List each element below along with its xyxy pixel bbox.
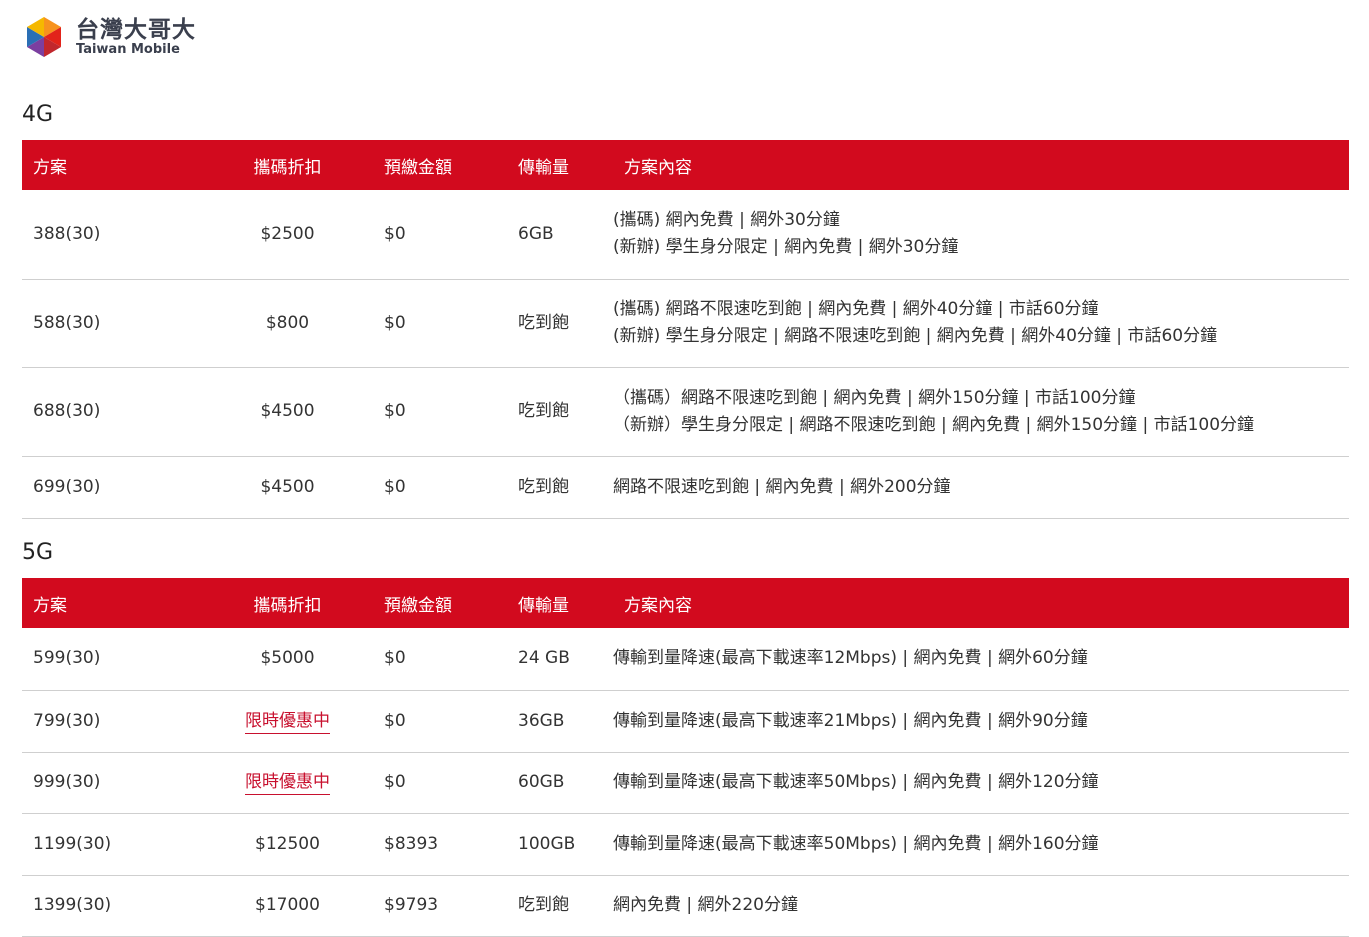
content-line: 傳輸到量降速(最高下載速率12Mbps) | 網內免費 | 網外60分鐘 bbox=[613, 648, 1088, 669]
content-cell: (攜碼) 網內免費 | 網外30分鐘 (新辦) 學生身分限定 | 網內免費 | 網… bbox=[613, 190, 1349, 280]
discount-cell: $2500 bbox=[202, 190, 373, 280]
prepay-cell: $8393 bbox=[373, 813, 507, 876]
plan-cell: 388(30) bbox=[22, 190, 202, 280]
content-line: 網路不限速吃到飽 | 網內免費 | 網外200分鐘 bbox=[613, 476, 951, 497]
plan-cell: 599(30) bbox=[22, 628, 202, 691]
prepay-cell: $0 bbox=[373, 456, 507, 519]
data-cell: 60GB bbox=[507, 752, 613, 814]
content-cell: (攜碼) 網路不限速吃到飽 | 網內免費 | 網外40分鐘 | 市話60分鐘 (新… bbox=[613, 279, 1349, 368]
table-row: 388(30) $2500 $0 6GB (攜碼) 網內免費 | 網外30分鐘 (新辦) … bbox=[22, 190, 1349, 280]
content-line: (新辦) 學生身分限定 | 網內免費 | 網外30分鐘 bbox=[613, 237, 959, 258]
column-header-plan: 方案 bbox=[22, 140, 202, 190]
plan-cell: 688(30) bbox=[22, 367, 202, 457]
table-row: 1199(30) $12500 $8393 100GB 傳輸到量降速(最高下載速率50M… bbox=[22, 813, 1349, 876]
discount-cell: 限時優惠中 bbox=[202, 690, 373, 753]
data-cell: 36GB bbox=[507, 690, 613, 753]
column-header-data: 傳輸量 bbox=[507, 140, 613, 190]
plan-cell: 799(30) bbox=[22, 690, 202, 753]
content-cell: 傳輸到量降速(最高下載速率12Mbps) | 網內免費 | 網外60分鐘 bbox=[613, 628, 1349, 691]
content-line: (攜碼) 網路不限速吃到飽 | 網內免費 | 網外40分鐘 | 市話60分鐘 bbox=[613, 299, 1099, 319]
content-line: 傳輸到量降速(最高下載速率21Mbps) | 網內免費 | 網外90分鐘 bbox=[613, 710, 1088, 731]
table-row: 699(30) $4500 $0 吃到飽 網路不限速吃到飽 | 網內免費 | 網外200… bbox=[22, 456, 1349, 519]
prepay-cell: $0 bbox=[373, 752, 507, 814]
promo-link[interactable]: 限時優惠中 bbox=[245, 772, 330, 795]
content-line: (攜碼) 網內免費 | 網外30分鐘 bbox=[613, 210, 840, 231]
column-header-prepay: 預繳金額 bbox=[373, 578, 507, 628]
prepay-cell: $0 bbox=[373, 628, 507, 691]
content-cell: 網路不限速吃到飽 | 網內免費 | 網外200分鐘 bbox=[613, 456, 1349, 519]
discount-cell: $5000 bbox=[202, 628, 373, 691]
column-header-discount: 攜碼折扣 bbox=[202, 140, 373, 190]
table-row: 688(30) $4500 $0 吃到飽 （攜碼）網路不限速吃到飽 | 網內免費 | 網… bbox=[22, 367, 1349, 457]
table-row: 1399(30) $17000 $9793 吃到飽 網內免費 | 網外220分鐘 bbox=[22, 875, 1349, 937]
column-header-content: 方案內容 bbox=[613, 140, 1349, 190]
column-header-plan: 方案 bbox=[22, 578, 202, 628]
section-title-4g: 4G bbox=[22, 102, 54, 127]
promo-link[interactable]: 限時優惠中 bbox=[245, 710, 330, 734]
taiwan-mobile-logo-icon bbox=[27, 17, 61, 57]
discount-cell: $800 bbox=[202, 279, 373, 368]
content-cell: （攜碼）網路不限速吃到飽 | 網內免費 | 網外150分鐘 | 市話100分鐘 （… bbox=[613, 367, 1349, 457]
prepay-cell: $9793 bbox=[373, 875, 507, 937]
plan-cell: 1199(30) bbox=[22, 813, 202, 876]
prepay-cell: $0 bbox=[373, 367, 507, 457]
content-cell: 網內免費 | 網外220分鐘 bbox=[613, 875, 1349, 937]
content-line: 傳輸到量降速(最高下載速率50Mbps) | 網內免費 | 網外120分鐘 bbox=[613, 772, 1099, 792]
content-line: 網內免費 | 網外220分鐘 bbox=[613, 895, 798, 915]
discount-cell: $17000 bbox=[202, 875, 373, 937]
data-cell: 吃到飽 bbox=[507, 456, 613, 519]
plan-cell: 699(30) bbox=[22, 456, 202, 519]
data-cell: 24 GB bbox=[507, 628, 613, 691]
plan-cell: 999(30) bbox=[22, 752, 202, 814]
content-cell: 傳輸到量降速(最高下載速率50Mbps) | 網內免費 | 網外120分鐘 bbox=[613, 752, 1349, 814]
content-cell: 傳輸到量降速(最高下載速率50Mbps) | 網內免費 | 網外160分鐘 bbox=[613, 813, 1349, 876]
discount-cell: 限時優惠中 bbox=[202, 752, 373, 814]
prepay-cell: $0 bbox=[373, 190, 507, 280]
content-line: （新辦）學生身分限定 | 網路不限速吃到飽 | 網內免費 | 網外150分鐘 |… bbox=[613, 414, 1255, 435]
table-row: 588(30) $800 $0 吃到飽 (攜碼) 網路不限速吃到飽 | 網內免費 | 網… bbox=[22, 279, 1349, 368]
brand-logo[interactable]: 台灣大哥大 Taiwan Mobile bbox=[22, 14, 196, 60]
data-cell: 吃到飽 bbox=[507, 367, 613, 457]
data-cell: 100GB bbox=[507, 813, 613, 876]
data-cell: 吃到飽 bbox=[507, 279, 613, 368]
data-cell: 吃到飽 bbox=[507, 875, 613, 937]
table-row: 999(30) 限時優惠中 $0 60GB 傳輸到量降速(最高下載速率50Mbps) |… bbox=[22, 752, 1349, 814]
table-row: 799(30) 限時優惠中 $0 36GB 傳輸到量降速(最高下載速率21Mbps) |… bbox=[22, 690, 1349, 753]
prepay-cell: $0 bbox=[373, 690, 507, 753]
discount-cell: $4500 bbox=[202, 456, 373, 519]
content-line: (新辦) 學生身分限定 | 網路不限速吃到飽 | 網內免費 | 網外40分鐘 |… bbox=[613, 326, 1218, 346]
content-cell: 傳輸到量降速(最高下載速率21Mbps) | 網內免費 | 網外90分鐘 bbox=[613, 690, 1349, 753]
plans-table-5g: 方案 攜碼折扣 預繳金額 傳輸量 方案內容 599(30) $5000 $0 24 GB 傳輸到量… bbox=[22, 578, 1349, 937]
column-header-prepay: 預繳金額 bbox=[373, 140, 507, 190]
plan-cell: 1399(30) bbox=[22, 875, 202, 937]
brand-name-zh: 台灣大哥大 bbox=[76, 17, 196, 43]
prepay-cell: $0 bbox=[373, 279, 507, 368]
table-header-row: 方案 攜碼折扣 預繳金額 傳輸量 方案內容 bbox=[22, 140, 1349, 190]
content-line: （攜碼）網路不限速吃到飽 | 網內免費 | 網外150分鐘 | 市話100分鐘 bbox=[613, 387, 1136, 408]
column-header-discount: 攜碼折扣 bbox=[202, 578, 373, 628]
table-row: 599(30) $5000 $0 24 GB 傳輸到量降速(最高下載速率12Mbps) … bbox=[22, 628, 1349, 691]
table-header-row: 方案 攜碼折扣 預繳金額 傳輸量 方案內容 bbox=[22, 578, 1349, 628]
section-title-5g: 5G bbox=[22, 540, 54, 565]
data-cell: 6GB bbox=[507, 190, 613, 280]
discount-cell: $12500 bbox=[202, 813, 373, 876]
brand-name-en: Taiwan Mobile bbox=[76, 42, 180, 57]
discount-cell: $4500 bbox=[202, 367, 373, 457]
plans-table-4g: 方案 攜碼折扣 預繳金額 傳輸量 方案內容 388(30) $2500 $0 6GB (攜碼) 網… bbox=[22, 140, 1349, 519]
plan-cell: 588(30) bbox=[22, 279, 202, 368]
content-line: 傳輸到量降速(最高下載速率50Mbps) | 網內免費 | 網外160分鐘 bbox=[613, 833, 1099, 854]
column-header-content: 方案內容 bbox=[613, 578, 1349, 628]
column-header-data: 傳輸量 bbox=[507, 578, 613, 628]
